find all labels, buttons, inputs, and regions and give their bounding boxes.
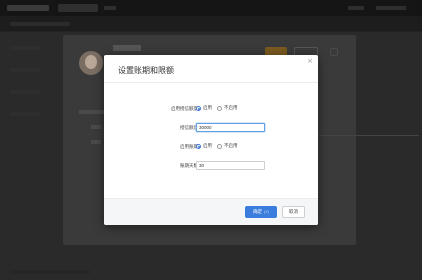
radio-label: 不启用 <box>224 105 238 110</box>
top-menu-item[interactable] <box>104 6 116 10</box>
left-nav-item[interactable] <box>10 46 40 50</box>
settle-period-enable-off[interactable]: 不启用 <box>217 143 238 149</box>
app-topbar <box>0 0 422 16</box>
left-nav-item[interactable] <box>10 112 40 116</box>
radio-unchecked-icon <box>217 105 222 111</box>
left-nav-item[interactable] <box>10 68 40 72</box>
sub-header <box>0 16 422 32</box>
user-menu[interactable] <box>376 6 406 10</box>
profile-row <box>79 110 105 114</box>
page-footer <box>10 270 90 274</box>
left-nav-item[interactable] <box>10 90 40 94</box>
radio-checked-icon <box>196 143 201 149</box>
radio-label: 启用 <box>203 105 212 110</box>
credit-limit-control: 30000 <box>196 123 265 132</box>
app-logo <box>7 5 49 11</box>
credit-limit-enable-radio-group: 启用 不启用 <box>196 105 243 111</box>
top-menu-active[interactable] <box>58 4 98 12</box>
cancel-button[interactable]: 取消 <box>282 206 305 218</box>
confirm-button-label: 确定 <box>253 209 263 214</box>
credit-limit-enable-on[interactable]: 启用 <box>196 105 212 111</box>
breadcrumb <box>10 22 70 26</box>
profile-more-button[interactable] <box>330 48 338 56</box>
radio-label: 不启用 <box>224 143 238 148</box>
confirm-button[interactable]: 确定 (Y) <box>245 206 277 218</box>
dialog-title: 设置账期和限额 <box>118 66 174 75</box>
avatar <box>79 51 103 75</box>
top-right-link[interactable] <box>348 6 364 10</box>
confirm-shortcut-hint: (Y) <box>264 210 269 214</box>
settle-days-input[interactable]: 30 <box>196 161 265 170</box>
left-nav <box>10 46 50 134</box>
credit-limit-enable-off[interactable]: 不启用 <box>217 105 238 111</box>
settle-period-enable-radio-group: 启用 不启用 <box>196 143 243 149</box>
profile-row <box>91 140 101 144</box>
profile-row <box>91 125 101 129</box>
close-icon[interactable]: × <box>306 57 314 65</box>
radio-unchecked-icon <box>217 143 222 149</box>
dialog-divider <box>104 82 318 83</box>
settle-limit-dialog: 设置账期和限额 × 启用授信额度 启用 不启用 授信额度 30000 启用账期 … <box>104 55 318 225</box>
radio-checked-icon <box>196 105 201 111</box>
settle-days-control: 30 <box>196 161 265 170</box>
radio-label: 启用 <box>203 143 212 148</box>
settle-period-enable-on[interactable]: 启用 <box>196 143 212 149</box>
credit-limit-enable-label: 启用授信额度 <box>171 106 198 111</box>
profile-name <box>113 45 141 51</box>
credit-limit-input[interactable]: 30000 <box>196 123 265 132</box>
